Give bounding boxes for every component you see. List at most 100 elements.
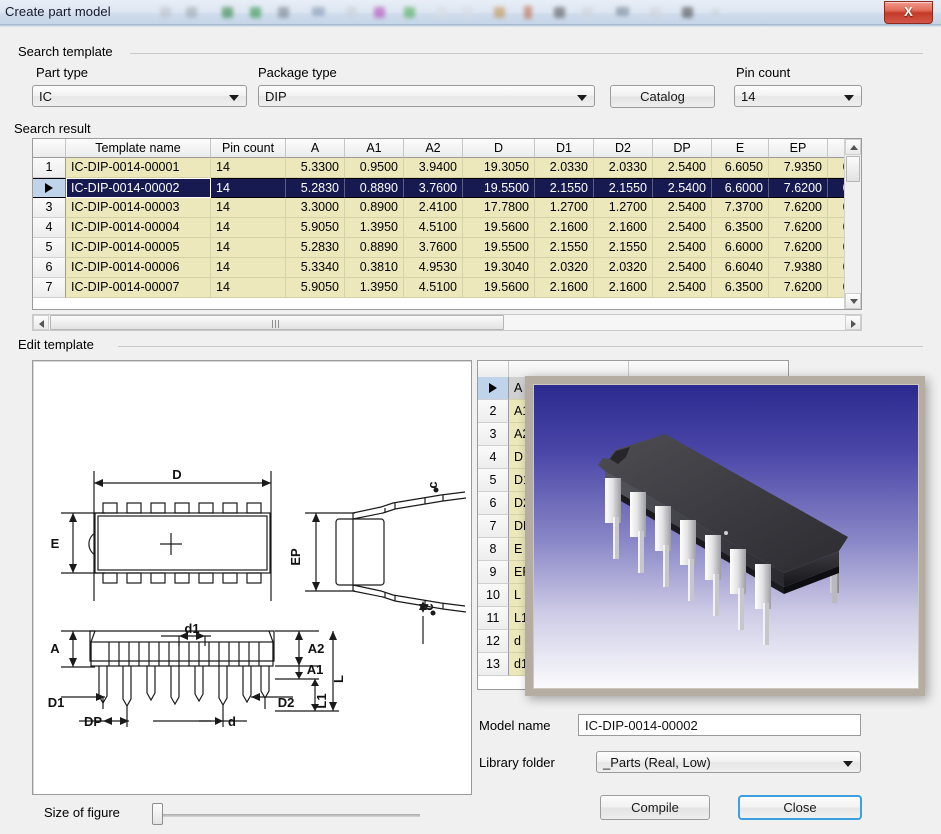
table-cell[interactable]: 7.3700 — [712, 198, 769, 218]
table-cell[interactable]: 14 — [211, 178, 286, 198]
compile-button[interactable]: Compile — [600, 795, 710, 820]
table-cell[interactable]: 2.1550 — [594, 238, 653, 258]
package-type-combo[interactable]: DIP — [258, 85, 595, 107]
table-cell[interactable]: 7.9350 — [769, 158, 828, 178]
table-cell[interactable]: 5.9050 — [286, 218, 345, 238]
table-cell[interactable]: 0.3810 — [345, 258, 404, 278]
table-cell[interactable]: 17.7800 — [463, 198, 535, 218]
table-cell[interactable]: 2.5400 — [653, 158, 712, 178]
table-cell[interactable]: 19.3040 — [463, 258, 535, 278]
table-cell[interactable]: 14 — [211, 158, 286, 178]
grid-column-header[interactable]: E — [712, 139, 769, 158]
table-row[interactable]: 7 IC-DIP-0014-00007 14 5.9050 1.3950 4.5100 19… — [33, 278, 861, 298]
table-cell[interactable]: 6.6000 — [712, 238, 769, 258]
table-cell[interactable]: 19.3050 — [463, 158, 535, 178]
table-cell[interactable]: 14 — [211, 198, 286, 218]
table-cell[interactable]: 1.3950 — [345, 278, 404, 298]
scroll-down-button[interactable] — [845, 293, 861, 309]
grid-column-header[interactable]: D2 — [594, 139, 653, 158]
table-cell[interactable]: 3.7600 — [404, 238, 463, 258]
parameter-index-cell[interactable] — [478, 377, 509, 400]
table-cell[interactable]: 6.6000 — [712, 178, 769, 198]
grid-column-header[interactable]: DP — [653, 139, 712, 158]
table-cell[interactable]: 2.1600 — [535, 278, 594, 298]
table-cell[interactable]: IC-DIP-0014-00007 — [66, 278, 211, 298]
scroll-right-button[interactable] — [845, 315, 861, 330]
table-cell[interactable]: 4.5100 — [404, 218, 463, 238]
close-button[interactable]: Close — [738, 795, 862, 820]
row-header-cell[interactable]: 1 — [33, 158, 66, 178]
library-folder-combo[interactable]: _Parts (Real, Low) — [596, 751, 861, 773]
table-cell[interactable]: 6.3500 — [712, 218, 769, 238]
table-cell[interactable]: 19.5500 — [463, 238, 535, 258]
table-cell[interactable]: 0.8900 — [345, 198, 404, 218]
table-cell[interactable]: 5.9050 — [286, 278, 345, 298]
grid-column-header[interactable]: A1 — [345, 139, 404, 158]
table-cell[interactable]: 6.3500 — [712, 278, 769, 298]
table-cell[interactable]: 2.1600 — [594, 278, 653, 298]
table-cell[interactable]: 2.1600 — [535, 218, 594, 238]
table-cell[interactable]: 14 — [211, 258, 286, 278]
row-header-cell[interactable]: 3 — [33, 198, 66, 218]
table-cell[interactable]: 2.1550 — [535, 178, 594, 198]
table-cell[interactable]: 5.2830 — [286, 238, 345, 258]
scroll-up-button[interactable] — [845, 139, 861, 155]
row-header-cell[interactable] — [33, 178, 66, 198]
grid-column-header[interactable]: A2 — [404, 139, 463, 158]
table-cell[interactable]: 19.5500 — [463, 178, 535, 198]
table-row[interactable]: 4 IC-DIP-0014-00004 14 5.9050 1.3950 4.5100 19… — [33, 218, 861, 238]
grid-column-header[interactable]: D1 — [535, 139, 594, 158]
package-drawing-panel[interactable]: D E EP c c A A2 A1 L L1 D1 D2 DP d d1 — [32, 360, 472, 795]
table-cell[interactable]: 14 — [211, 218, 286, 238]
table-cell[interactable]: 2.1550 — [535, 238, 594, 258]
table-cell[interactable]: 7.6200 — [769, 198, 828, 218]
table-cell[interactable]: 19.5600 — [463, 278, 535, 298]
model-name-input[interactable]: IC-DIP-0014-00002 — [578, 714, 861, 736]
grid-column-header[interactable]: EP — [769, 139, 828, 158]
table-cell[interactable]: IC-DIP-0014-00001 — [66, 158, 211, 178]
table-cell[interactable]: 3.3000 — [286, 198, 345, 218]
grid-column-header[interactable]: Template name — [66, 139, 211, 158]
table-cell[interactable]: 2.0330 — [594, 158, 653, 178]
table-cell[interactable]: 3.7600 — [404, 178, 463, 198]
model-3d-preview-canvas[interactable] — [533, 384, 919, 689]
table-row[interactable]: 3 IC-DIP-0014-00003 14 3.3000 0.8900 2.4100 17… — [33, 198, 861, 218]
table-cell[interactable]: 2.0330 — [535, 158, 594, 178]
parameter-index-cell[interactable]: 5 — [478, 469, 509, 492]
table-cell[interactable]: 2.1550 — [594, 178, 653, 198]
parameter-index-cell[interactable]: 11 — [478, 607, 509, 630]
table-cell[interactable]: 19.5600 — [463, 218, 535, 238]
size-of-figure-slider-thumb[interactable] — [152, 803, 163, 825]
table-cell[interactable]: 0.9500 — [345, 158, 404, 178]
table-cell[interactable]: 2.0320 — [594, 258, 653, 278]
parameter-index-cell[interactable]: 12 — [478, 630, 509, 653]
parameter-index-cell[interactable]: 6 — [478, 492, 509, 515]
title-bar[interactable]: Create part model X — [0, 0, 941, 27]
horizontal-scroll-thumb[interactable] — [50, 315, 504, 330]
table-cell[interactable]: 2.0320 — [535, 258, 594, 278]
table-cell[interactable]: 2.5400 — [653, 198, 712, 218]
grid-column-header[interactable]: A — [286, 139, 345, 158]
table-cell[interactable]: 0.8890 — [345, 178, 404, 198]
parameter-index-cell[interactable]: 10 — [478, 584, 509, 607]
row-header-cell[interactable]: 5 — [33, 238, 66, 258]
table-cell[interactable]: 5.3300 — [286, 158, 345, 178]
table-cell[interactable]: 2.5400 — [653, 178, 712, 198]
table-cell[interactable]: 6.6050 — [712, 158, 769, 178]
table-cell[interactable]: 7.6200 — [769, 278, 828, 298]
close-window-button[interactable]: X — [884, 1, 933, 24]
table-cell[interactable]: 1.3950 — [345, 218, 404, 238]
table-cell[interactable]: 5.2830 — [286, 178, 345, 198]
table-cell[interactable]: 7.6200 — [769, 178, 828, 198]
grid-vertical-scrollbar[interactable] — [844, 139, 861, 309]
table-cell[interactable]: 4.5100 — [404, 278, 463, 298]
row-header-cell[interactable]: 6 — [33, 258, 66, 278]
parameter-index-cell[interactable]: 13 — [478, 653, 509, 676]
parameter-index-cell[interactable]: 4 — [478, 446, 509, 469]
grid-column-header[interactable]: D — [463, 139, 535, 158]
parameter-index-cell[interactable]: 3 — [478, 423, 509, 446]
parameter-index-cell[interactable]: 9 — [478, 561, 509, 584]
table-cell[interactable]: 2.5400 — [653, 278, 712, 298]
table-cell[interactable]: 1.2700 — [594, 198, 653, 218]
table-row[interactable]: 6 IC-DIP-0014-00006 14 5.3340 0.3810 4.9530 19… — [33, 258, 861, 278]
